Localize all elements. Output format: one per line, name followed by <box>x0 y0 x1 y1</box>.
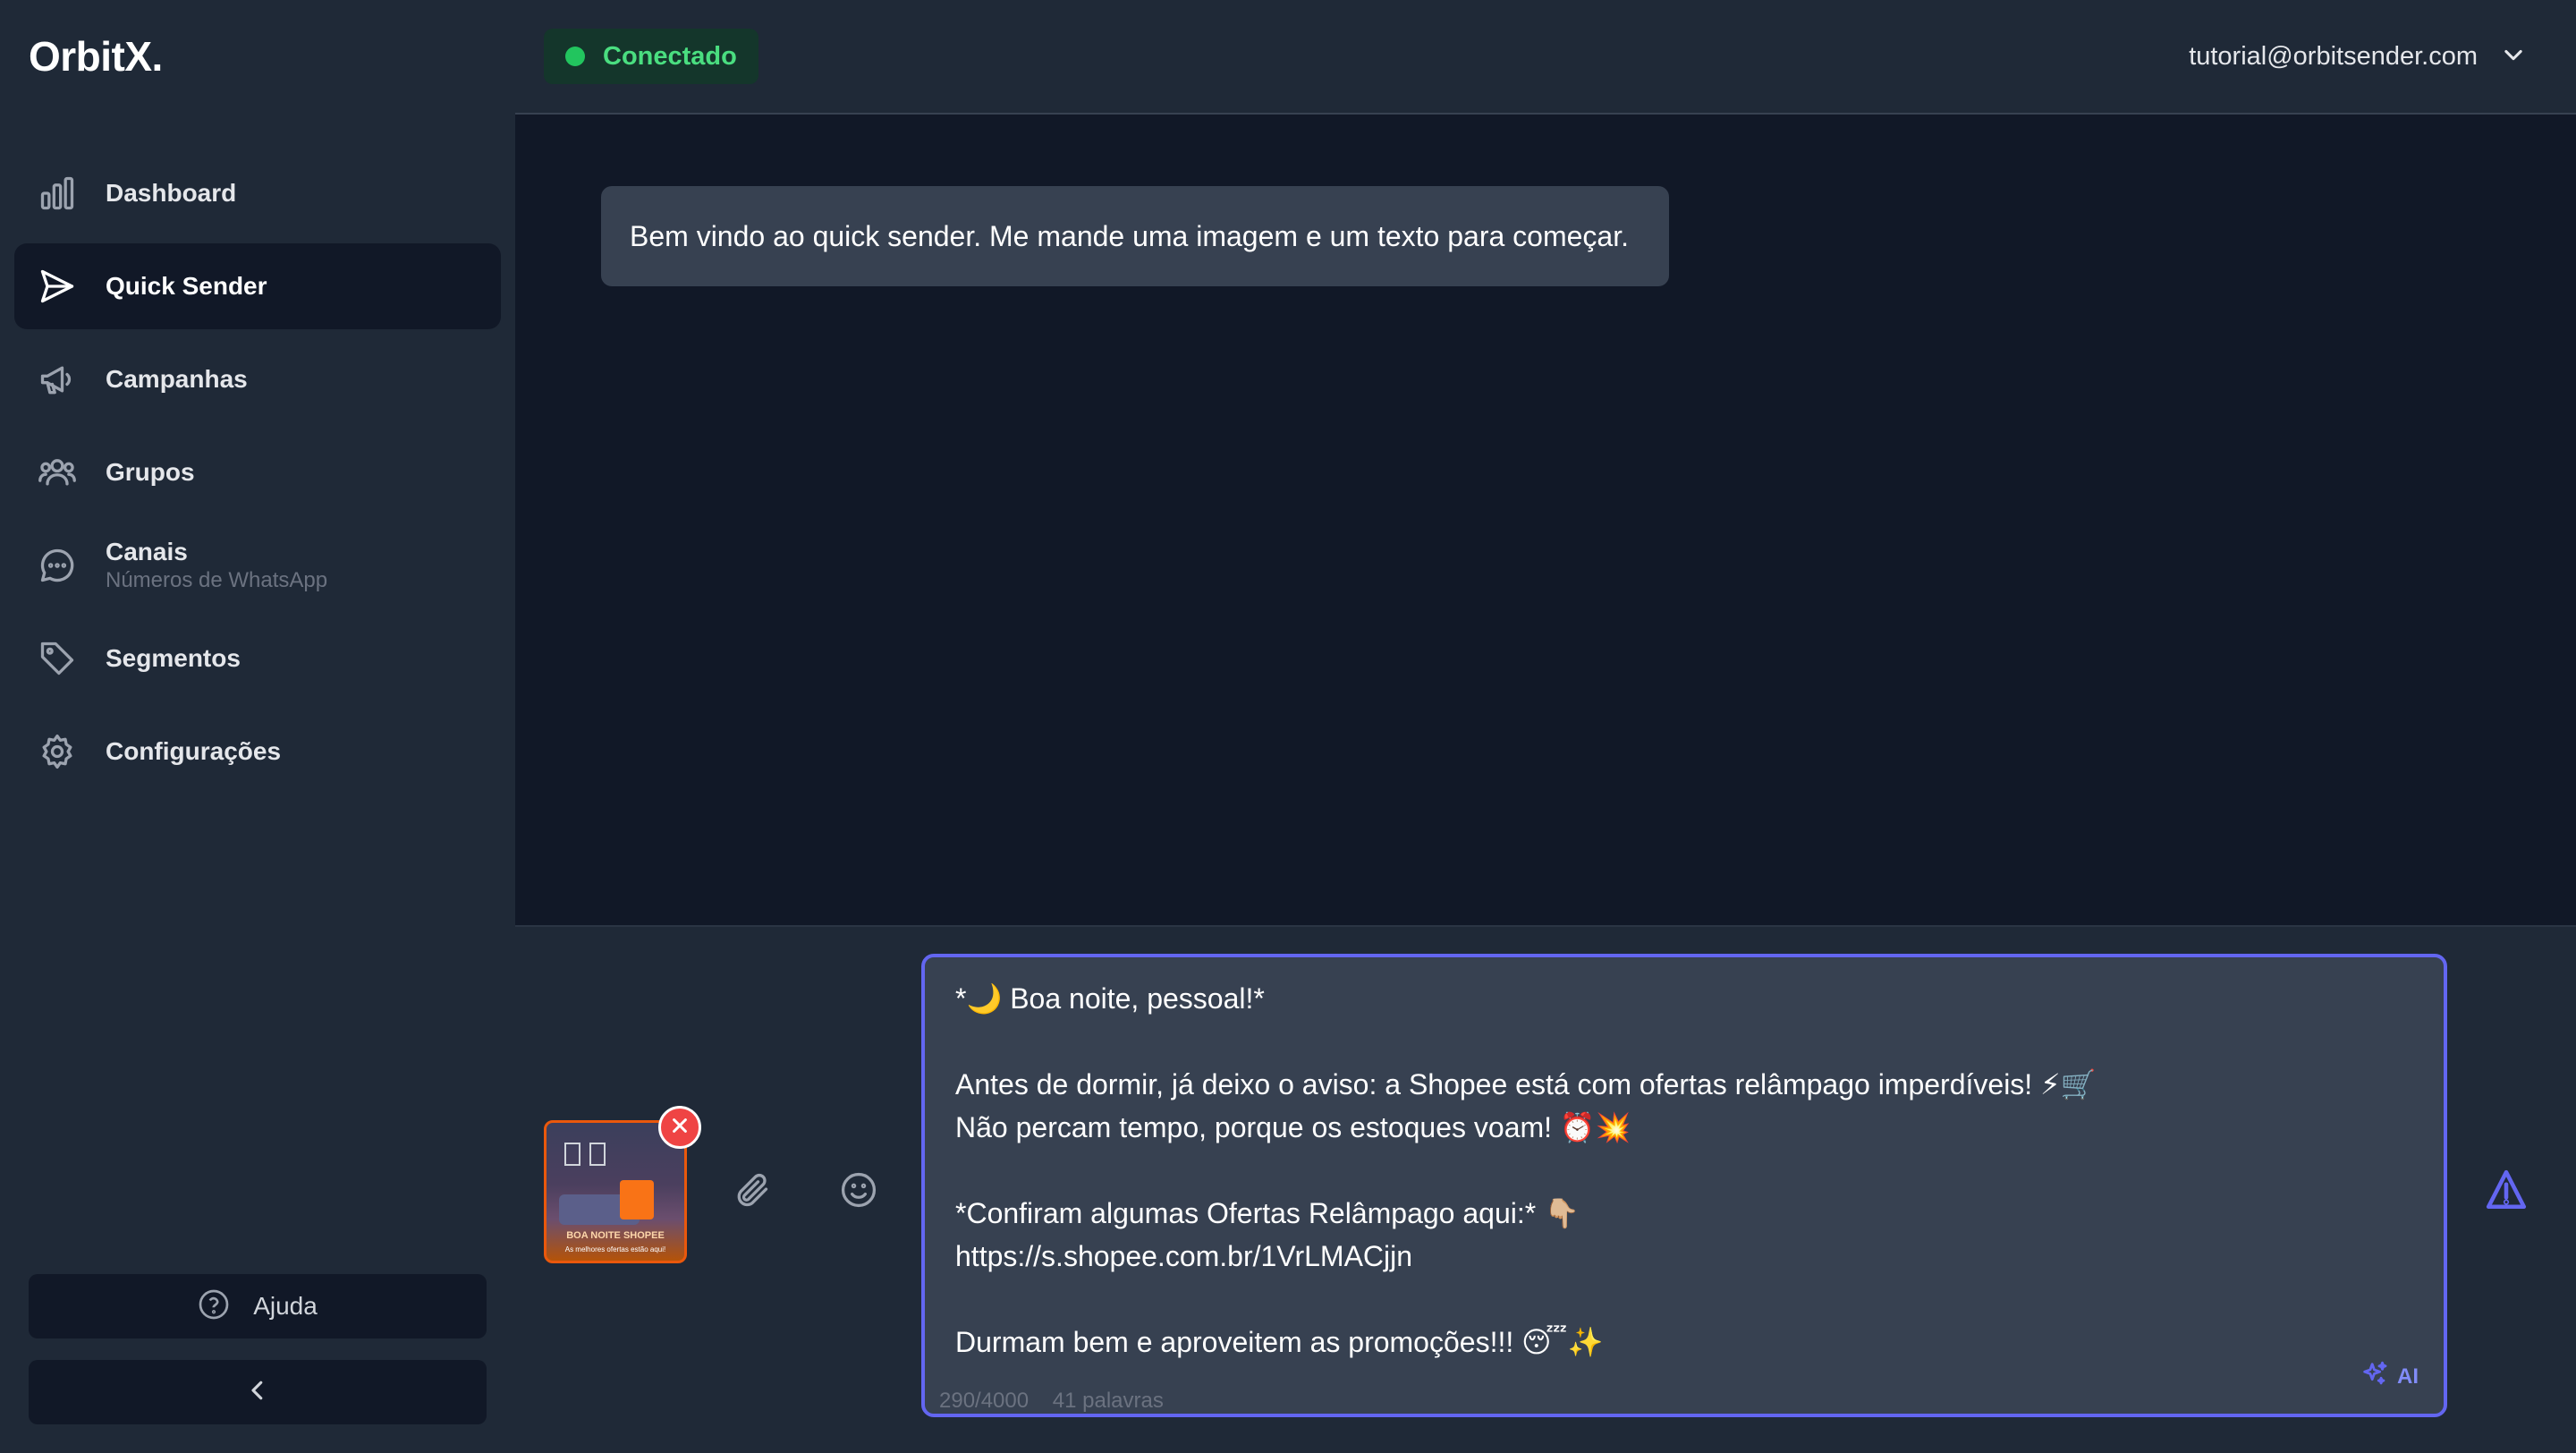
chat-message-text: Bem vindo ao quick sender. Me mande uma … <box>630 219 1629 252</box>
char-count: 290/4000 <box>939 1389 1030 1413</box>
message-link: https://s.shopee.com.br/1VrLMACjjn <box>955 1240 1413 1272</box>
sidebar-item-label: Quick Sender <box>106 272 267 300</box>
message-line <box>955 1020 2415 1063</box>
user-email: tutorial@orbitsender.com <box>2189 41 2478 71</box>
sidebar-item-label: Dashboard <box>106 179 237 207</box>
sidebar-item-label: Segmentos <box>106 644 241 672</box>
message-line <box>955 1149 2415 1192</box>
image-attachment: BOA NOITE SHOPEE As melhores ofertas est… <box>544 1106 701 1263</box>
status-text: Conectado <box>603 41 737 71</box>
sidebar-item-grupos[interactable]: Grupos <box>14 429 501 515</box>
sidebar-item-campanhas[interactable]: Campanhas <box>14 336 501 422</box>
sidebar-item-label: Grupos <box>106 458 195 486</box>
paperclip-icon <box>732 1170 771 1214</box>
picture-frame-shape <box>589 1143 606 1166</box>
megaphone-icon <box>38 360 77 399</box>
users-icon <box>38 453 77 492</box>
sidebar-item-label: Canais <box>106 538 188 565</box>
bar-chart-icon <box>38 174 77 213</box>
chat-bubble-icon <box>38 546 77 585</box>
message-line: Antes de dormir, já deixo o aviso: a Sho… <box>955 1068 2097 1100</box>
help-button[interactable]: Ajuda <box>29 1274 487 1338</box>
message-line: *Confiram algumas Ofertas Relâmpago aqui… <box>955 1197 1580 1229</box>
help-label: Ajuda <box>253 1292 318 1320</box>
picture-frame-shape <box>564 1143 580 1166</box>
message-composer: BOA NOITE SHOPEE As melhores ofertas est… <box>515 925 2576 1453</box>
app-logo[interactable]: OrbitX. <box>29 32 163 81</box>
sidebar-item-quick-sender[interactable]: Quick Sender <box>14 243 501 329</box>
sparkles-icon <box>2360 1359 2390 1394</box>
collapse-sidebar-button[interactable] <box>29 1360 487 1424</box>
sidebar-item-dashboard[interactable]: Dashboard <box>14 150 501 236</box>
sidebar-item-sublabel: Números de WhatsApp <box>106 568 328 592</box>
tag-icon <box>38 639 77 678</box>
message-line <box>955 1278 2415 1321</box>
message-line: Não percam tempo, porque os estoques voa… <box>955 1111 1631 1143</box>
word-count: 41 palavras <box>1052 1389 1164 1413</box>
attach-file-button[interactable] <box>730 1170 773 1213</box>
character-counter: 290/4000 41 palavras <box>939 1389 1182 1414</box>
sidebar-item-canais[interactable]: Canais Números de WhatsApp <box>14 523 501 608</box>
message-line: Durmam bem e aproveitem as promoções!!! … <box>955 1326 1604 1358</box>
chat-message: Bem vindo ao quick sender. Me mande uma … <box>601 186 1669 286</box>
connection-status-badge: Conectado <box>544 29 758 84</box>
chat-area: Bem vindo ao quick sender. Me mande uma … <box>515 115 2576 925</box>
gear-icon <box>38 732 77 771</box>
message-textarea[interactable]: *🌙 Boa noite, pessoal!* Antes de dormir,… <box>921 954 2447 1417</box>
status-dot-icon <box>565 47 585 66</box>
emoji-button[interactable] <box>837 1170 880 1213</box>
shopping-bag-icon <box>620 1180 654 1219</box>
top-header: Conectado tutorial@orbitsender.com <box>515 0 2576 115</box>
help-circle-icon <box>198 1288 230 1325</box>
chevron-down-icon <box>2478 42 2526 72</box>
sidebar: OrbitX. Dashboard Quick Sender Campanhas <box>0 0 515 1453</box>
send-icon <box>38 267 77 306</box>
sidebar-item-configuracoes[interactable]: Configurações <box>14 709 501 794</box>
message-line: *🌙 Boa noite, pessoal!* <box>955 982 1265 1015</box>
thumbnail-caption: BOA NOITE SHOPEE <box>566 1230 665 1241</box>
send-button[interactable] <box>2481 1167 2531 1217</box>
sidebar-item-segmentos[interactable]: Segmentos <box>14 616 501 701</box>
sidebar-item-label: Configurações <box>106 737 282 765</box>
thumbnail-subcaption: As melhores ofertas estão aqui! <box>564 1245 666 1253</box>
smiley-icon <box>839 1170 878 1214</box>
send-triangle-icon <box>2484 1168 2529 1217</box>
user-menu[interactable]: tutorial@orbitsender.com <box>2189 32 2526 81</box>
close-icon <box>670 1116 690 1140</box>
sidebar-item-label: Campanhas <box>106 365 248 393</box>
app-root: OrbitX. Dashboard Quick Sender Campanhas <box>0 0 2576 1453</box>
chevron-left-icon <box>244 1377 271 1408</box>
sidebar-nav: Dashboard Quick Sender Campanhas Grupos <box>14 150 501 802</box>
remove-attachment-button[interactable] <box>658 1106 701 1149</box>
ai-assist-button[interactable]: AI <box>2360 1359 2419 1394</box>
ai-label: AI <box>2397 1364 2419 1389</box>
